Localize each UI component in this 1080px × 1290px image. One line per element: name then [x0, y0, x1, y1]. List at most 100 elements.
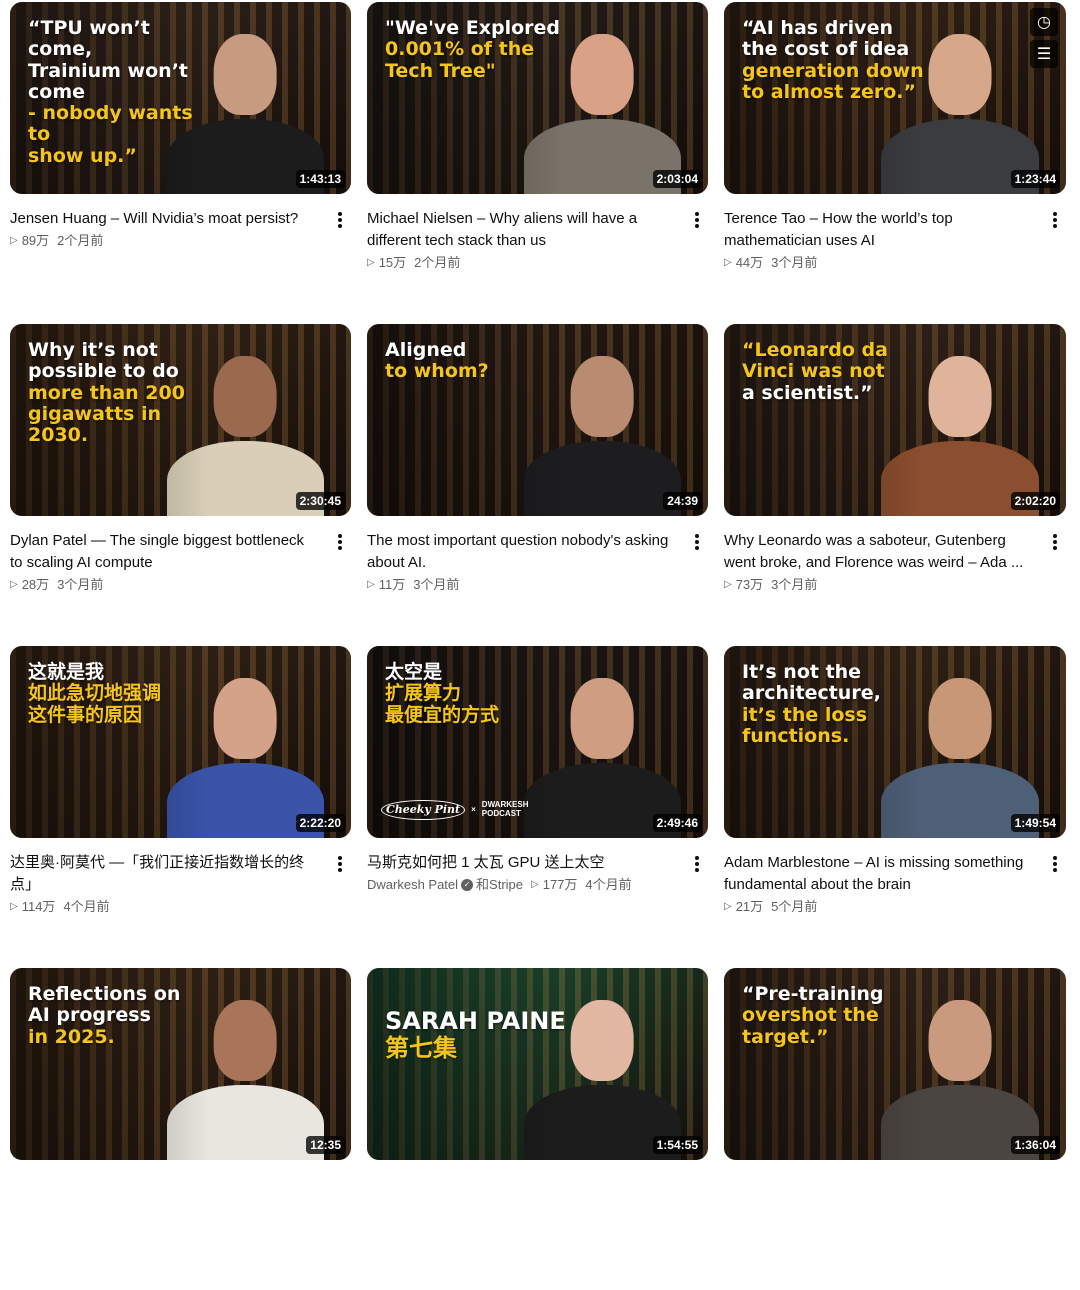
more-options-icon[interactable] [690, 854, 704, 874]
more-options-icon[interactable] [690, 532, 704, 552]
thumbnail-caption: It’s not the architecture, it’s the loss fu… [742, 661, 934, 747]
video-stats: Dwarkesh Patel ✓ 和Stripe ▷ 177万 4个月前 [367, 874, 674, 896]
video-card[interactable]: “Leonardo da Vinci was not a scientist.” 2:… [724, 324, 1066, 646]
kebab-dot [1053, 862, 1057, 866]
video-card[interactable]: 太空是 扩展算力 最便宜的方式 Cheeky Pint × DWARKESH PODCAST… [367, 646, 708, 968]
more-options-icon[interactable] [690, 210, 704, 230]
guest-head [928, 677, 992, 760]
guest-head [570, 677, 634, 760]
video-card[interactable]: “TPU won’t come, Trainium won’t come - nob… [10, 2, 351, 324]
video-thumbnail[interactable]: 这就是我 如此急切地强调 这件事的原因 2:22:20 [10, 646, 351, 838]
video-meta: Terence Tao – How the world’s top mathem… [724, 194, 1066, 274]
more-options-icon[interactable] [333, 854, 347, 874]
caption-line: to whom? [385, 360, 489, 383]
podcast-name: DWARKESH PODCAST [481, 800, 529, 819]
video-thumbnail[interactable]: “AI has driven the cost of idea generation… [724, 2, 1066, 194]
video-card[interactable]: Reflections on AI progress in 2025. 12:35 [10, 968, 351, 1290]
play-icon: ▷ [531, 879, 539, 890]
caption-line: Aligned [385, 339, 467, 361]
video-thumbnail[interactable]: Aligned to whom? 24:39 [367, 324, 708, 516]
video-title[interactable]: Adam Marblestone – AI is missing somethi… [724, 852, 1032, 896]
caption-line: 最便宜的方式 [385, 703, 500, 726]
video-meta: Jensen Huang – Will Nvidia’s moat persis… [10, 194, 351, 252]
caption-line: 这件事的原因 [28, 703, 143, 726]
video-title[interactable]: Terence Tao – How the world’s top mathem… [724, 208, 1032, 252]
kebab-dot [1053, 224, 1057, 228]
video-stats: ▷ 114万 4个月前 [10, 896, 317, 918]
video-card[interactable]: SARAH PAINE 第七集 1:54:55 [367, 968, 708, 1290]
video-thumbnail[interactable]: “Pre-training overshot the target.” 1:36:04 [724, 968, 1066, 1160]
caption-line: SARAH PAINE [385, 1007, 566, 1035]
caption-line: 第七集 [385, 1033, 457, 1062]
view-count: 15万 [378, 255, 407, 270]
video-thumbnail[interactable]: Reflections on AI progress in 2025. 12:35 [10, 968, 351, 1160]
more-options-icon[interactable] [1048, 532, 1062, 552]
duration-badge: 2:02:20 [1010, 492, 1060, 510]
queue-icon[interactable]: ☰ [1030, 40, 1058, 68]
text-shade [367, 968, 565, 1160]
video-thumbnail[interactable]: Why it’s not possible to do more than 200 g… [10, 324, 351, 516]
video-meta: 马斯克如何把 1 太瓦 GPU 送上太空 Dwarkesh Patel ✓ 和Stri… [367, 838, 708, 896]
guest-head [928, 355, 992, 438]
channel-collab: 和Stripe [476, 877, 524, 892]
video-card[interactable]: “Pre-training overshot the target.” 1:36:04 [724, 968, 1066, 1290]
podcast-name-bottom: PODCAST [481, 808, 521, 818]
view-count: 28万 [21, 577, 50, 592]
video-card[interactable]: It’s not the architecture, it’s the loss fu… [724, 646, 1066, 968]
thumbnail-caption: “AI has driven the cost of idea generation… [742, 17, 934, 103]
video-thumbnail[interactable]: SARAH PAINE 第七集 1:54:55 [367, 968, 708, 1160]
clock-icon[interactable]: ◷ [1030, 8, 1058, 36]
video-card[interactable]: Why it’s not possible to do more than 200 g… [10, 324, 351, 646]
more-options-icon[interactable] [1048, 854, 1062, 874]
video-title[interactable]: The most important question nobody's ask… [367, 530, 674, 574]
caption-line: Tech Tree" [385, 59, 496, 82]
video-stats: ▷ 89万 2个月前 [10, 230, 317, 252]
duration-badge: 2:30:45 [295, 492, 345, 510]
thumbnail-caption: “Pre-training overshot the target.” [742, 983, 934, 1048]
caption-line: 如此急切地强调 [28, 682, 162, 705]
video-title[interactable]: 马斯克如何把 1 太瓦 GPU 送上太空 [367, 852, 674, 874]
guest-head [570, 33, 634, 116]
video-thumbnail[interactable]: "We've Explored 0.001% of the Tech Tree" 2:… [367, 2, 708, 194]
video-title[interactable]: Michael Nielsen – Why aliens will have a… [367, 208, 674, 252]
view-count: 114万 [21, 899, 56, 914]
more-options-icon[interactable] [1048, 210, 1062, 230]
video-card[interactable]: 这就是我 如此急切地强调 这件事的原因 2:22:20 达里奥·阿莫代 —「我们正接近指… [10, 646, 351, 968]
caption-line: - nobody wants to [28, 102, 193, 146]
guest-head [213, 33, 277, 116]
video-card[interactable]: Aligned to whom? 24:39 The most important q… [367, 324, 708, 646]
kebab-dot [338, 540, 342, 544]
more-options-icon[interactable] [333, 532, 347, 552]
video-meta: Why Leonardo was a saboteur, Gutenberg w… [724, 516, 1066, 596]
channel-name[interactable]: Dwarkesh Patel ✓ 和Stripe [367, 874, 523, 896]
view-count: 177万 [542, 877, 578, 892]
video-card[interactable]: “AI has driven the cost of idea generation… [724, 2, 1066, 324]
caption-line: Reflections on [28, 983, 181, 1005]
video-thumbnail[interactable]: “TPU won’t come, Trainium won’t come - nob… [10, 2, 351, 194]
video-card[interactable]: "We've Explored 0.001% of the Tech Tree" 2:… [367, 2, 708, 324]
duration-badge: 12:35 [306, 1136, 345, 1154]
guest-head [213, 677, 277, 760]
caption-line: AI progress [28, 1004, 151, 1027]
video-title[interactable]: Dylan Patel — The single biggest bottlen… [10, 530, 317, 574]
play-icon: ▷ [10, 579, 18, 590]
caption-line: “TPU won’t come, [28, 17, 150, 61]
kebab-dot [338, 856, 342, 860]
view-count: 73万 [735, 577, 764, 592]
video-title[interactable]: Jensen Huang – Will Nvidia’s moat persis… [10, 208, 317, 230]
video-thumbnail[interactable]: It’s not the architecture, it’s the loss fu… [724, 646, 1066, 838]
kebab-dot [695, 856, 699, 860]
duration-badge: 2:03:04 [652, 170, 702, 188]
video-thumbnail[interactable]: 太空是 扩展算力 最便宜的方式 Cheeky Pint × DWARKESH PODCAST… [367, 646, 708, 838]
duration-badge: 1:49:54 [1010, 814, 1060, 832]
video-title[interactable]: Why Leonardo was a saboteur, Gutenberg w… [724, 530, 1032, 574]
duration-badge: 2:49:46 [652, 814, 702, 832]
kebab-dot [1053, 212, 1057, 216]
video-thumbnail[interactable]: “Leonardo da Vinci was not a scientist.” 2:… [724, 324, 1066, 516]
kebab-dot [695, 546, 699, 550]
video-title[interactable]: 达里奥·阿莫代 —「我们正接近指数增长的终点」 [10, 852, 317, 896]
more-options-icon[interactable] [333, 210, 347, 230]
caption-line: 这就是我 [28, 661, 105, 683]
play-icon: ▷ [367, 579, 375, 590]
upload-age: 2个月前 [57, 233, 104, 248]
